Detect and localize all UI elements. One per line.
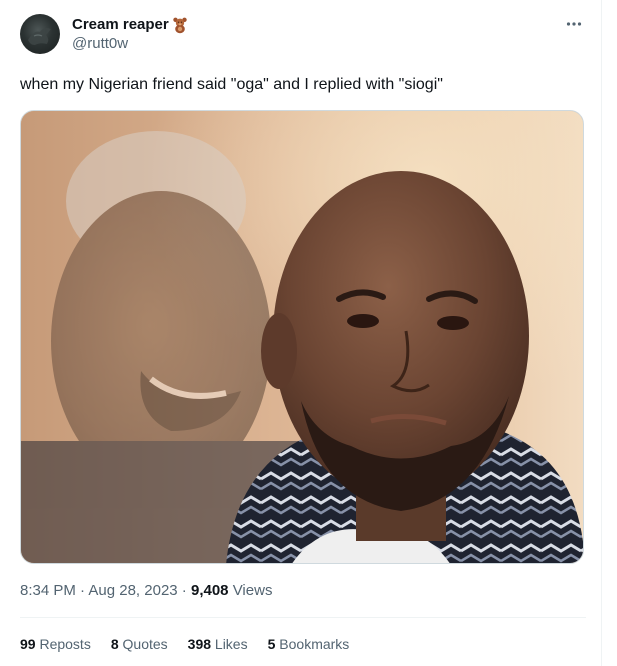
teddy-bear-icon: [173, 17, 187, 34]
more-icon[interactable]: [562, 14, 586, 34]
tweet-card: Cream reaper @rutt0w when my Nigerian fr…: [0, 0, 602, 666]
avatar[interactable]: [20, 14, 60, 54]
views-label: Views: [228, 582, 273, 599]
tweet-date[interactable]: Aug 28, 2023: [88, 582, 177, 599]
photo-illustration: [21, 111, 583, 563]
bookmarks-label: Bookmarks: [275, 636, 350, 652]
reposts-count: 99: [20, 636, 36, 652]
tweet-meta: 8:34 PM · Aug 28, 2023 · 9,408 Views: [20, 581, 272, 601]
display-name-row[interactable]: Cream reaper: [72, 16, 189, 34]
author-names: Cream reaper @rutt0w: [72, 16, 189, 54]
meta-separator: ·: [177, 582, 191, 599]
quotes-label: Quotes: [118, 636, 168, 652]
tweet-media-photo[interactable]: [20, 110, 584, 564]
divider: [20, 617, 586, 618]
reposts-link[interactable]: 99 Reposts: [20, 634, 91, 654]
likes-label: Likes: [211, 636, 248, 652]
reposts-label: Reposts: [35, 636, 91, 652]
user-handle[interactable]: @rutt0w: [72, 34, 189, 54]
bookmarks-link[interactable]: 5 Bookmarks: [268, 634, 350, 654]
meta-separator: ·: [75, 582, 89, 599]
engagement-stats: 99 Reposts 8 Quotes 398 Likes 5 Bookmark…: [20, 634, 349, 654]
avatar-image: [28, 28, 51, 45]
likes-count: 398: [187, 636, 212, 652]
views-count: 9,408: [190, 582, 229, 599]
display-name[interactable]: Cream reaper: [72, 16, 169, 34]
likes-link[interactable]: 398 Likes: [188, 634, 248, 654]
more-dots-icon: [566, 22, 582, 26]
tweet-text: when my Nigerian friend said "oga" and I…: [20, 76, 443, 93]
quotes-count: 8: [110, 636, 119, 652]
quotes-link[interactable]: 8 Quotes: [111, 634, 168, 654]
tweet-header: Cream reaper @rutt0w: [20, 14, 590, 58]
tweet-time[interactable]: 8:34 PM: [20, 582, 76, 599]
